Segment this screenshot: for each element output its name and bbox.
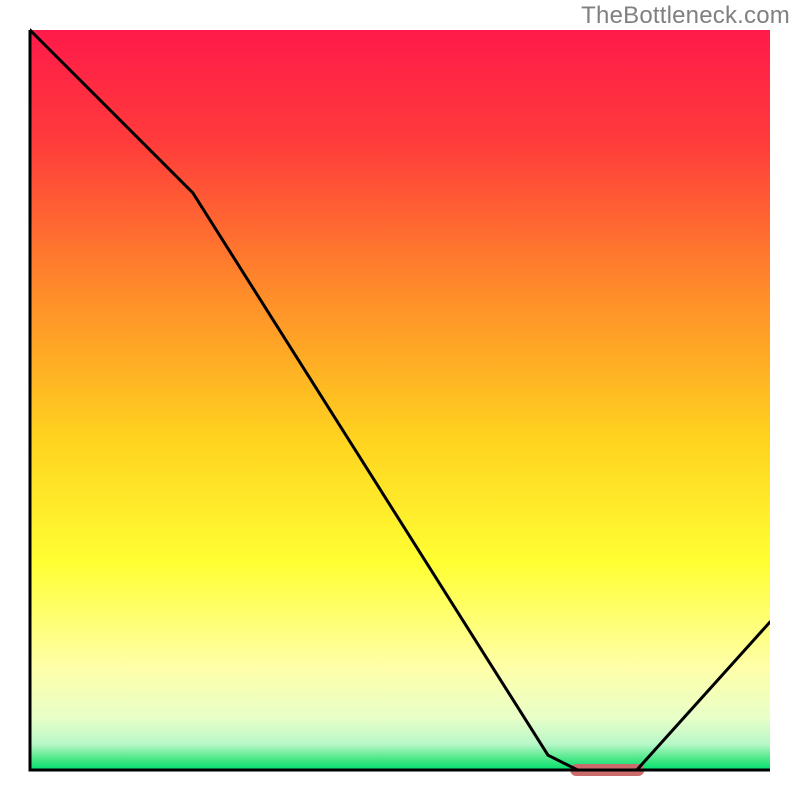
chart-container: TheBottleneck.com bbox=[0, 0, 800, 800]
watermark-text: TheBottleneck.com bbox=[581, 2, 790, 30]
bottleneck-chart bbox=[0, 0, 800, 800]
